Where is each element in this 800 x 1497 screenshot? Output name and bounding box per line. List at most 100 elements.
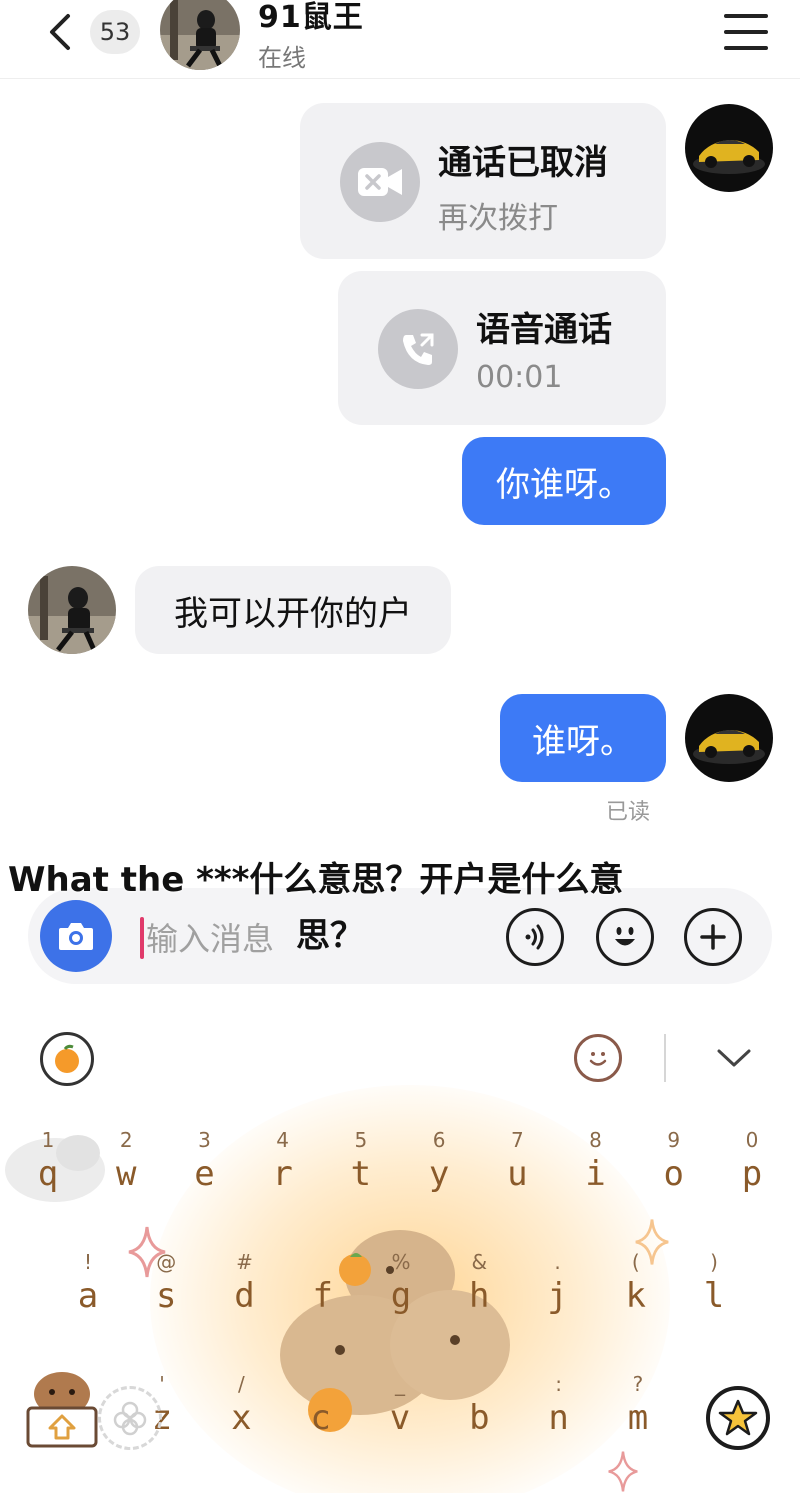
menu-bar: [724, 46, 768, 50]
key-p[interactable]: 0p: [720, 1128, 784, 1228]
smiley-outline-icon: [589, 1052, 607, 1066]
key-secondary-label: [289, 1372, 353, 1398]
keyboard-emoji-button[interactable]: [574, 1034, 622, 1082]
key-label: a: [77, 1276, 99, 1316]
key-t[interactable]: 5t: [329, 1128, 393, 1228]
key-j[interactable]: .j: [526, 1250, 590, 1350]
key-g[interactable]: % g: [369, 1250, 433, 1350]
contact-name: 91鼠王: [258, 0, 364, 35]
menu-bar: [724, 30, 768, 34]
key-label: q: [37, 1154, 59, 1194]
key-n[interactable]: :n: [527, 1372, 591, 1472]
key-label: h: [469, 1276, 490, 1316]
key-secondary-label: /: [237, 1372, 245, 1396]
voice-call-title: 语音通话: [476, 310, 612, 350]
video-call-title: 通话已取消: [438, 143, 608, 183]
key-label: d: [234, 1276, 255, 1316]
unread-count-badge[interactable]: 53: [90, 10, 140, 54]
key-y[interactable]: 6y: [407, 1128, 471, 1228]
key-label: g: [390, 1276, 412, 1316]
key-label: c: [310, 1398, 331, 1438]
text-cursor: [140, 917, 144, 959]
key-a[interactable]: ! a: [56, 1250, 120, 1350]
key-label: x: [231, 1398, 252, 1438]
key-label: e: [194, 1154, 215, 1194]
key-s[interactable]: @ s: [134, 1250, 198, 1350]
chevron-left-icon: [50, 14, 70, 50]
key-secondary-label: ?: [632, 1372, 644, 1396]
key-label: b: [469, 1398, 490, 1438]
caption-line-2: 思？: [296, 916, 364, 956]
capybara-shift-icon: [26, 1372, 98, 1448]
back-button[interactable]: [40, 10, 80, 54]
key-d[interactable]: # d: [213, 1250, 277, 1350]
sent-message-bubble[interactable]: 你谁呀。: [462, 437, 666, 525]
key-label: u: [507, 1154, 528, 1194]
video-call-redial[interactable]: 再次拨打: [438, 193, 558, 237]
key-secondary-label: 8: [589, 1128, 602, 1152]
key-x[interactable]: / x: [209, 1372, 273, 1472]
key-label: v: [389, 1398, 411, 1438]
favorite-key[interactable]: [706, 1386, 770, 1450]
self-avatar[interactable]: [685, 104, 773, 192]
sparkle-icon: [606, 1450, 640, 1497]
received-message-bubble[interactable]: 我可以开你的户: [135, 566, 451, 654]
key-o[interactable]: 9o: [642, 1128, 706, 1228]
message-input[interactable]: 输入消息: [146, 914, 274, 960]
keyboard-theme-button[interactable]: [40, 1032, 94, 1086]
contact-status: 在线: [258, 44, 306, 72]
key-secondary-label: 5: [354, 1128, 368, 1152]
shift-key[interactable]: [22, 1368, 102, 1450]
key-secondary-label: _: [394, 1372, 405, 1396]
smiley-icon: [615, 927, 635, 946]
key-label: k: [625, 1276, 646, 1316]
plus-icon: [700, 924, 726, 950]
key-secondary-label: .: [554, 1250, 561, 1274]
key-h[interactable]: & h: [447, 1250, 511, 1350]
key-label: y: [428, 1154, 450, 1194]
key-v[interactable]: _ v: [368, 1372, 432, 1472]
key-secondary-label: 2: [119, 1128, 133, 1152]
key-c[interactable]: c: [289, 1372, 353, 1472]
voice-input-button[interactable]: [506, 908, 564, 966]
key-r[interactable]: 4r: [251, 1128, 315, 1228]
sticker-key[interactable]: [98, 1386, 162, 1450]
orange-icon: [55, 1044, 79, 1073]
key-secondary-label: :: [555, 1372, 563, 1396]
video-call-icon: [340, 142, 420, 222]
key-secondary-label: ): [710, 1250, 718, 1274]
key-q[interactable]: 1q: [16, 1128, 80, 1228]
key-secondary-label: 4: [276, 1128, 290, 1152]
key-w[interactable]: 2w: [94, 1128, 158, 1228]
key-label: i: [585, 1154, 606, 1194]
key-e[interactable]: 3e: [172, 1128, 236, 1228]
collapse-keyboard-button[interactable]: [712, 1040, 756, 1076]
contact-message-avatar[interactable]: [28, 566, 116, 654]
key-k[interactable]: (k: [604, 1250, 668, 1350]
key-f[interactable]: f: [291, 1250, 355, 1350]
flower-icon: [113, 1401, 147, 1436]
menu-button[interactable]: [724, 14, 768, 50]
key-label: n: [548, 1398, 569, 1438]
camera-button[interactable]: [40, 900, 112, 972]
self-avatar[interactable]: [685, 694, 773, 782]
key-i[interactable]: 8i: [564, 1128, 628, 1228]
camera-icon: [59, 923, 93, 950]
key-b[interactable]: b: [447, 1372, 511, 1472]
key-label: r: [272, 1154, 293, 1194]
sent-message-bubble[interactable]: 谁呀。: [500, 694, 666, 782]
key-label: t: [350, 1154, 372, 1194]
more-button[interactable]: [684, 908, 742, 966]
key-secondary-label: %: [391, 1250, 411, 1274]
key-label: l: [703, 1276, 725, 1316]
voice-wave-icon: [525, 924, 544, 950]
chevron-down-icon: [717, 1049, 751, 1067]
key-secondary-label: 9: [667, 1128, 681, 1152]
emoji-button[interactable]: [596, 908, 654, 966]
key-secondary-label: 6: [432, 1128, 446, 1152]
key-u[interactable]: 7u: [485, 1128, 549, 1228]
key-secondary-label: @: [156, 1250, 177, 1274]
key-l[interactable]: ) l: [682, 1250, 746, 1350]
key-label: j: [547, 1276, 568, 1316]
key-secondary-label: (: [631, 1250, 640, 1274]
